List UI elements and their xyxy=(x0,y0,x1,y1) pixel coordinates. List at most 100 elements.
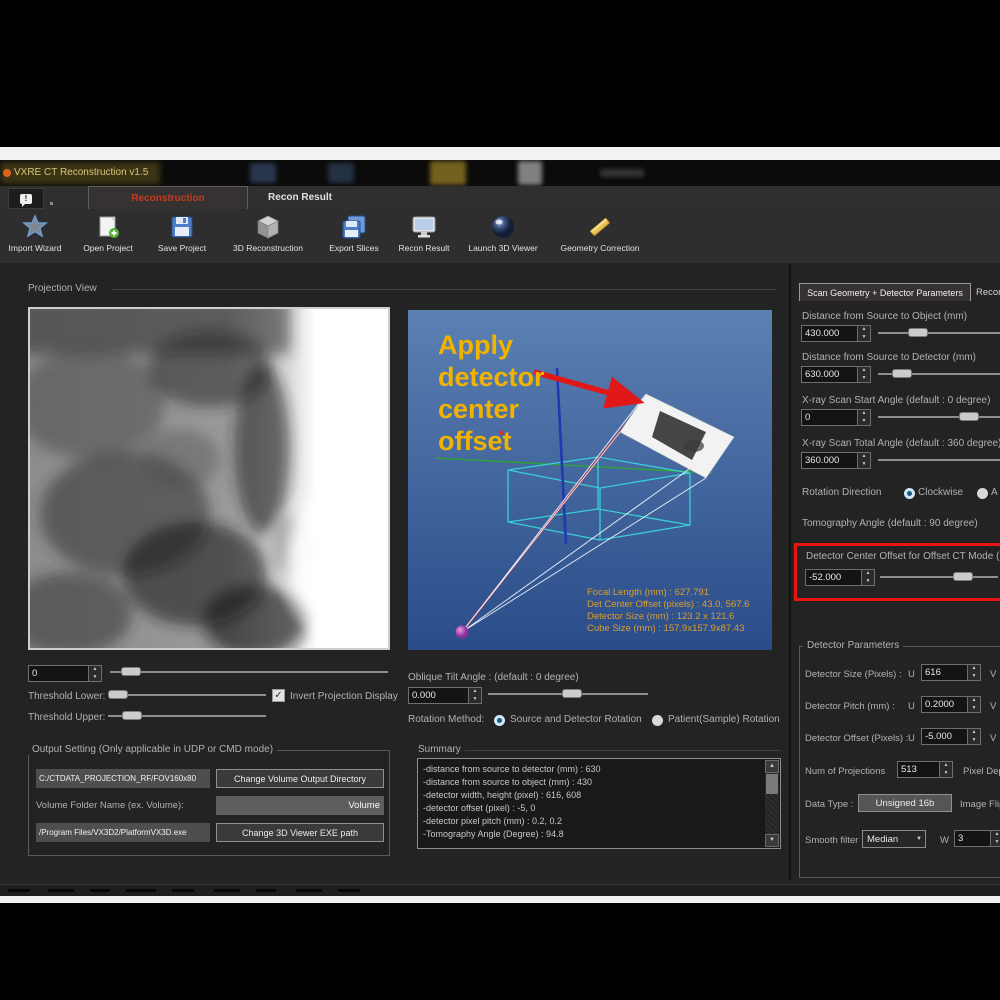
summary-scrollbar[interactable]: ▲ ▼ xyxy=(765,760,779,847)
detector-size-u-spinbox[interactable]: 616 ▲▼ xyxy=(921,664,981,681)
notification-bubble-button[interactable]: ! xyxy=(8,188,44,209)
threshold-lower-slider[interactable] xyxy=(108,690,266,700)
change-volume-dir-button[interactable]: Change Volume Output Directory xyxy=(216,769,384,788)
scan-total-angle-spinbox[interactable]: 360.000 ▲▼ xyxy=(801,452,871,469)
3d-reconstruction-button[interactable]: 3D Reconstruction xyxy=(220,211,316,261)
spin-arrows-icon[interactable]: ▲▼ xyxy=(967,665,980,680)
launch-3d-viewer-button[interactable]: Launch 3D Viewer xyxy=(459,211,547,261)
spin-arrows-icon[interactable]: ▲▼ xyxy=(967,729,980,744)
rotation-anticlockwise-radio[interactable] xyxy=(977,488,988,499)
svg-text:Focal Length (mm) : 627.791: Focal Length (mm) : 627.791 xyxy=(587,587,709,598)
projection-header-line xyxy=(112,289,776,290)
xray-source-point xyxy=(456,626,469,639)
oblique-tilt-slider[interactable] xyxy=(488,689,648,699)
smooth-filter-dropdown[interactable]: Median ▼ xyxy=(862,830,926,848)
detector-size-v-label: V xyxy=(990,669,996,680)
viewer-exe-path-field[interactable]: /Program Files/VX3D2/PlatformVX3D.exe xyxy=(36,823,210,842)
export-slices-button[interactable]: Export Slices xyxy=(319,211,389,261)
summary-header-line xyxy=(460,750,781,751)
tab-reconstruction[interactable]: Reconstruction xyxy=(88,186,248,209)
data-type-button[interactable]: Unsigned 16b xyxy=(858,794,952,812)
source-object-distance-label: Distance from Source to Object (mm) xyxy=(802,311,967,322)
rotation-anticlockwise-label: A xyxy=(991,487,998,498)
import-wizard-button[interactable]: Import Wizard xyxy=(2,211,68,261)
rotation-method-patient-radio[interactable] xyxy=(652,715,663,726)
oblique-tilt-spinbox[interactable]: 0.000 ▲▼ xyxy=(408,687,482,704)
detector-pitch-v-label: V xyxy=(990,701,996,712)
detector-offset-label: Detector Offset (Pixels) : xyxy=(805,733,908,744)
spin-arrows-icon[interactable]: ▲▼ xyxy=(857,367,870,382)
smooth-w-spinbox[interactable]: 3 ▲▼ xyxy=(954,830,1000,847)
spin-arrows-icon[interactable]: ▲▼ xyxy=(861,570,874,585)
spin-arrows-icon[interactable]: ▲▼ xyxy=(967,697,980,712)
spin-arrows-icon[interactable]: ▲▼ xyxy=(939,762,952,777)
slice-spinbox[interactable]: 0 ▲▼ xyxy=(28,665,102,682)
image-flip-label: Image Flip : N xyxy=(960,799,1000,810)
taskbar-strip xyxy=(0,884,1000,896)
pixel-depth-label: Pixel Depth ( xyxy=(963,766,1000,777)
rotation-clockwise-radio[interactable] xyxy=(904,488,915,499)
scan-start-angle-slider[interactable] xyxy=(878,412,1000,422)
wizard-star-icon xyxy=(22,213,48,241)
summary-title: Summary xyxy=(414,744,465,755)
spin-arrows-icon[interactable]: ▲▼ xyxy=(857,410,870,425)
invert-projection-label: Invert Projection Display xyxy=(290,691,398,702)
open-project-button[interactable]: Open Project xyxy=(72,211,144,261)
source-object-distance-spinbox[interactable]: 430.000 ▲▼ xyxy=(801,325,871,342)
scrollbar-up-icon[interactable]: ▲ xyxy=(765,760,779,773)
detector-size-label: Detector Size (Pixels) : xyxy=(805,669,902,680)
svg-text:Cube Size (mm) : 157.9x157.9x8: Cube Size (mm) : 157.9x157.9x87.43 xyxy=(587,623,744,634)
num-projections-spinbox[interactable]: 513 ▲▼ xyxy=(897,761,953,778)
spin-arrows-icon[interactable]: ▲▼ xyxy=(468,688,481,703)
detector-parameters-title: Detector Parameters xyxy=(803,640,903,651)
scrollbar-thumb[interactable] xyxy=(766,774,778,794)
detector-center-offset-spinbox[interactable]: -52.000 ▲▼ xyxy=(805,569,875,586)
change-exe-path-button[interactable]: Change 3D Viewer EXE path xyxy=(216,823,384,842)
detector-pitch-label: Detector Pitch (mm) : xyxy=(805,701,895,712)
slice-slider[interactable] xyxy=(110,667,388,677)
spin-arrows-icon[interactable]: ▲▼ xyxy=(857,453,870,468)
speech-bubble-icon: ! xyxy=(20,194,32,204)
scan-start-angle-spinbox[interactable]: 0 ▲▼ xyxy=(801,409,871,426)
tab-scan-geometry[interactable]: Scan Geometry + Detector Parameters xyxy=(799,283,971,301)
geometry-correction-button[interactable]: Geometry Correction xyxy=(550,211,650,261)
spin-arrows-icon[interactable]: ▲▼ xyxy=(990,831,1000,846)
source-detector-distance-spinbox[interactable]: 630.000 ▲▼ xyxy=(801,366,871,383)
bottom-white-strip xyxy=(0,895,1000,903)
floppy-disk-icon xyxy=(169,213,195,241)
cube-icon xyxy=(255,213,281,241)
tab-label: Recon Result xyxy=(268,192,332,203)
tab-recon-result[interactable]: Recon Result xyxy=(252,186,348,208)
threshold-upper-slider[interactable] xyxy=(108,711,266,721)
projection-view-title: Projection View xyxy=(28,283,97,294)
svg-text:center: center xyxy=(438,394,520,424)
smooth-filter-label: Smooth filter xyxy=(805,835,858,846)
volume-output-dir-field[interactable]: C:/CTDATA_PROJECTION_RF/FOV160x80 xyxy=(36,769,210,788)
3d-geometry-viewport[interactable]: Apply detector center offset Focal Lengt… xyxy=(408,310,772,650)
rotation-method-patient-label: Patient(Sample) Rotation xyxy=(668,714,780,725)
rotation-method-source-radio[interactable] xyxy=(494,715,505,726)
detector-pitch-u-spinbox[interactable]: 0.2000 ▲▼ xyxy=(921,696,981,713)
recon-result-button[interactable]: Recon Result xyxy=(393,211,455,261)
summary-box: -distance from source to detector (mm) :… xyxy=(417,758,781,849)
detector-offset-u-spinbox[interactable]: -5.000 ▲▼ xyxy=(921,728,981,745)
source-object-distance-slider[interactable] xyxy=(878,328,1000,338)
detector-projection-blob xyxy=(684,440,704,452)
invert-projection-checkbox[interactable] xyxy=(272,689,285,702)
spin-arrows-icon[interactable]: ▲▼ xyxy=(88,666,101,681)
scrollbar-down-icon[interactable]: ▼ xyxy=(765,834,779,847)
scan-total-angle-slider[interactable] xyxy=(878,455,1000,465)
summary-text: -distance from source to detector (mm) :… xyxy=(423,763,762,841)
source-detector-distance-slider[interactable] xyxy=(878,369,1000,379)
ruler-pencil-icon xyxy=(586,213,614,241)
tab-recon-clipped[interactable]: Recon xyxy=(976,287,1000,298)
save-project-button[interactable]: Save Project xyxy=(148,211,216,261)
volume-folder-input[interactable]: Volume xyxy=(216,796,384,815)
rotation-clockwise-label: Clockwise xyxy=(918,487,963,498)
background-window-thumb xyxy=(250,163,276,183)
spin-arrows-icon[interactable]: ▲▼ xyxy=(857,326,870,341)
xray-projection-image xyxy=(30,309,388,648)
detector-center-offset-slider[interactable] xyxy=(880,572,998,582)
title-bar: VXRE CT Reconstruction v1.5 xyxy=(0,160,1000,186)
top-white-strip xyxy=(0,147,1000,160)
